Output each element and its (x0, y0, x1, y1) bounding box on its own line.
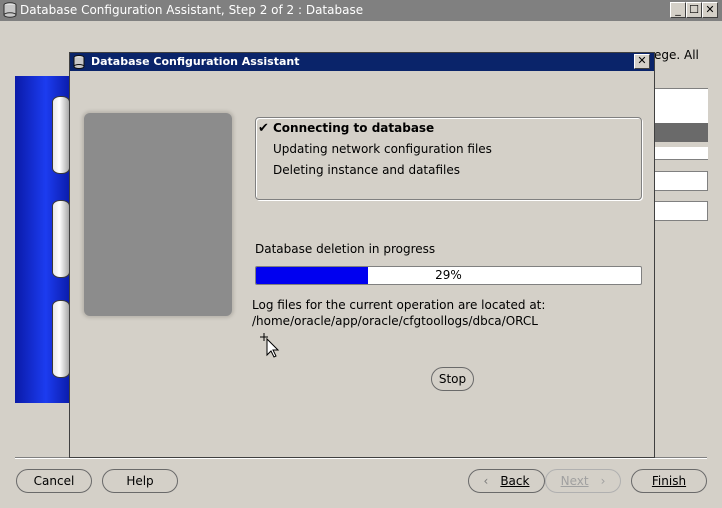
background-text-field (654, 171, 708, 191)
back-button-label: Back (500, 474, 530, 488)
dialog-title: Database Configuration Assistant (91, 55, 300, 68)
chevron-left-icon: ‹ (483, 474, 489, 488)
step-item-connecting: Connecting to database (273, 121, 435, 135)
database-cylinder-icon (52, 96, 70, 174)
next-button-label: Next (560, 474, 589, 488)
minimize-button[interactable]: _ (670, 2, 686, 18)
next-button[interactable]: Next › (545, 469, 621, 493)
database-app-icon (73, 55, 85, 69)
log-location-path: /home/oracle/app/oracle/cfgtoollogs/dbca… (252, 314, 538, 328)
window-close-button[interactable]: ✕ (702, 2, 718, 18)
mouse-cursor-icon (260, 333, 280, 358)
chevron-right-icon: › (600, 474, 606, 488)
maximize-button[interactable]: ☐ (686, 2, 702, 18)
background-list-bottom (654, 147, 708, 160)
database-cylinder-icon (52, 200, 70, 278)
dialog-close-button[interactable]: ✕ (634, 54, 650, 69)
stop-button[interactable]: Stop (431, 367, 474, 391)
finish-button-label: Finish (651, 474, 687, 488)
log-location-label: Log files for the current operation are … (252, 298, 546, 312)
checkmark-icon: ✔ (258, 121, 269, 136)
background-text: ege. All (654, 48, 699, 62)
main-window-title: Database Configuration Assistant, Step 2… (20, 3, 364, 17)
step-item-updating-network: Updating network configuration files (273, 142, 492, 156)
background-list-selected-row (654, 123, 708, 142)
progress-bar: 29% (255, 266, 642, 285)
finish-button[interactable]: Finish (631, 469, 707, 493)
step-item-deleting-instance: Deleting instance and datafiles (273, 163, 461, 177)
background-list (654, 88, 708, 123)
back-button[interactable]: ‹ Back (468, 469, 545, 493)
dialog-image-placeholder (84, 113, 232, 316)
database-cylinder-icon (52, 300, 70, 378)
progress-label: Database deletion in progress (255, 242, 436, 256)
help-button[interactable]: Help (102, 469, 178, 493)
cancel-button[interactable]: Cancel (16, 469, 92, 493)
database-app-icon (3, 2, 17, 18)
background-text-field (654, 201, 708, 221)
progress-percent: 29% (435, 268, 462, 282)
